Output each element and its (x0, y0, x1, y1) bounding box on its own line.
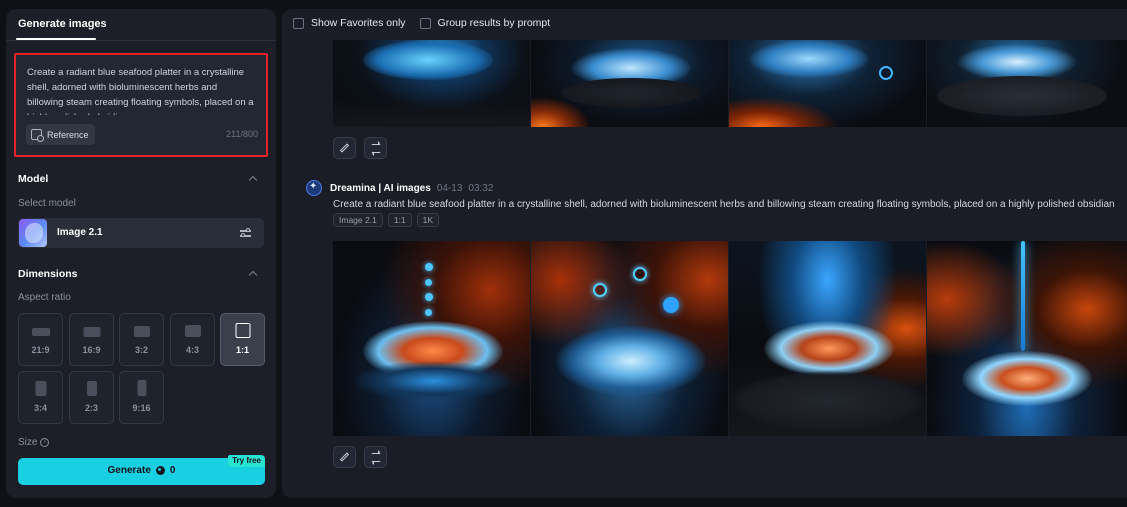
ratio-2-3-icon (86, 381, 97, 396)
repeat-icon (371, 141, 381, 156)
model-section-title: Model (18, 173, 49, 185)
ratio-label: 3:2 (134, 345, 148, 355)
model-thumbnail (19, 219, 47, 247)
pencil-icon (339, 143, 350, 153)
tab-generate-images[interactable]: Generate images (18, 18, 107, 30)
ratio-option-2-3[interactable]: 2:3 (69, 371, 114, 424)
ratio-option-3-2[interactable]: 3:2 (119, 313, 164, 366)
dreamina-logo-icon (306, 180, 322, 196)
generated-image[interactable] (927, 40, 1127, 127)
repeat-icon (371, 450, 381, 465)
generated-image[interactable] (927, 241, 1127, 436)
result-header: Dreamina | AI images 04-13 03:32 (306, 180, 493, 196)
size-label: Size i (18, 437, 50, 448)
generate-button-content: Generate 0 (18, 465, 265, 476)
ratio-1-1-icon (235, 323, 250, 338)
prompt-input-box[interactable]: Create a radiant blue seafood platter in… (14, 53, 268, 157)
ratio-option-9-16[interactable]: 9:16 (119, 371, 164, 424)
select-model-label: Select model (18, 198, 76, 209)
generated-image[interactable] (729, 241, 926, 436)
regenerate-button[interactable] (364, 137, 387, 159)
edit-button[interactable] (333, 446, 356, 468)
group-label: Group results by prompt (437, 17, 551, 29)
pencil-icon (339, 452, 350, 462)
generated-image[interactable] (729, 40, 926, 127)
ratio-label: 4:3 (185, 345, 199, 355)
dimensions-section-title: Dimensions (18, 268, 78, 280)
ratio-16-9-icon (83, 327, 100, 337)
ratio-option-3-4[interactable]: 3:4 (18, 371, 63, 424)
regenerate-button[interactable] (364, 446, 387, 468)
model-name: Image 2.1 (57, 227, 103, 238)
result-tags: Image 2.1 1:1 1K (333, 213, 440, 227)
show-favorites-filter[interactable]: Show Favorites only (293, 17, 406, 29)
ratio-option-1-1[interactable]: 1:1 (220, 313, 265, 366)
reference-label: Reference (47, 129, 89, 140)
ratio-option-4-3[interactable]: 4:3 (170, 313, 215, 366)
prompt-textarea[interactable]: Create a radiant blue seafood platter in… (27, 65, 255, 115)
credit-icon (155, 466, 165, 475)
model-selector[interactable]: Image 2.1 (18, 218, 264, 248)
try-free-badge: Try free (228, 455, 265, 467)
ratio-label: 1:1 (235, 345, 249, 355)
ratio-3-2-icon (133, 326, 150, 337)
resolution-tag: 1K (416, 213, 440, 227)
model-tag: Image 2.1 (333, 213, 383, 227)
result-prompt[interactable]: Create a radiant blue seafood platter in… (333, 199, 1127, 210)
author-name: Dreamina | AI images (330, 182, 431, 194)
ratio-tag: 1:1 (387, 213, 412, 227)
generated-image[interactable] (531, 241, 728, 436)
info-icon[interactable]: i (40, 438, 50, 447)
group-checkbox[interactable] (419, 17, 431, 29)
ratio-21-9-icon (31, 328, 50, 336)
favorites-label: Show Favorites only (311, 17, 406, 29)
generated-image[interactable] (333, 40, 530, 127)
settings-sliders-icon[interactable] (240, 228, 251, 238)
results-panel: Show Favorites only Group results by pro… (282, 9, 1127, 498)
aspect-ratio-label: Aspect ratio (18, 292, 71, 303)
reference-button[interactable]: Reference (26, 124, 95, 145)
ratio-label: 3:4 (33, 403, 47, 413)
chevron-up-icon[interactable] (248, 175, 258, 185)
generate-label: Generate (107, 465, 151, 476)
result-time: 03:32 (468, 182, 494, 194)
generate-panel: Generate images Create a radiant blue se… (6, 9, 276, 498)
filter-bar: Show Favorites only Group results by pro… (293, 17, 550, 29)
ratio-label: 2:3 (84, 403, 98, 413)
ratio-option-21-9[interactable]: 21:9 (18, 313, 63, 366)
generated-image[interactable] (531, 40, 728, 127)
generated-image[interactable] (333, 241, 530, 436)
generate-button[interactable]: Generate 0 Try free (18, 455, 265, 485)
ratio-label: 16:9 (82, 345, 101, 355)
character-count: 211/800 (226, 129, 258, 139)
credit-count: 0 (169, 465, 176, 476)
image-upload-icon (31, 129, 44, 142)
edit-button[interactable] (333, 137, 356, 159)
size-label-text: Size (18, 437, 38, 448)
ratio-option-16-9[interactable]: 16:9 (69, 313, 114, 366)
favorites-checkbox[interactable] (293, 17, 304, 29)
panel-tabs: Generate images (6, 9, 276, 41)
ratio-9-16-icon (137, 380, 146, 396)
active-tab-indicator (16, 38, 96, 40)
result-date: 04-13 (436, 182, 463, 194)
ratio-label: 9:16 (132, 403, 151, 413)
ratio-4-3-icon (184, 325, 201, 337)
group-by-prompt-filter[interactable]: Group results by prompt (419, 17, 551, 29)
chevron-up-icon[interactable] (248, 270, 258, 280)
ratio-label: 21:9 (31, 345, 50, 355)
ratio-3-4-icon (35, 381, 46, 396)
